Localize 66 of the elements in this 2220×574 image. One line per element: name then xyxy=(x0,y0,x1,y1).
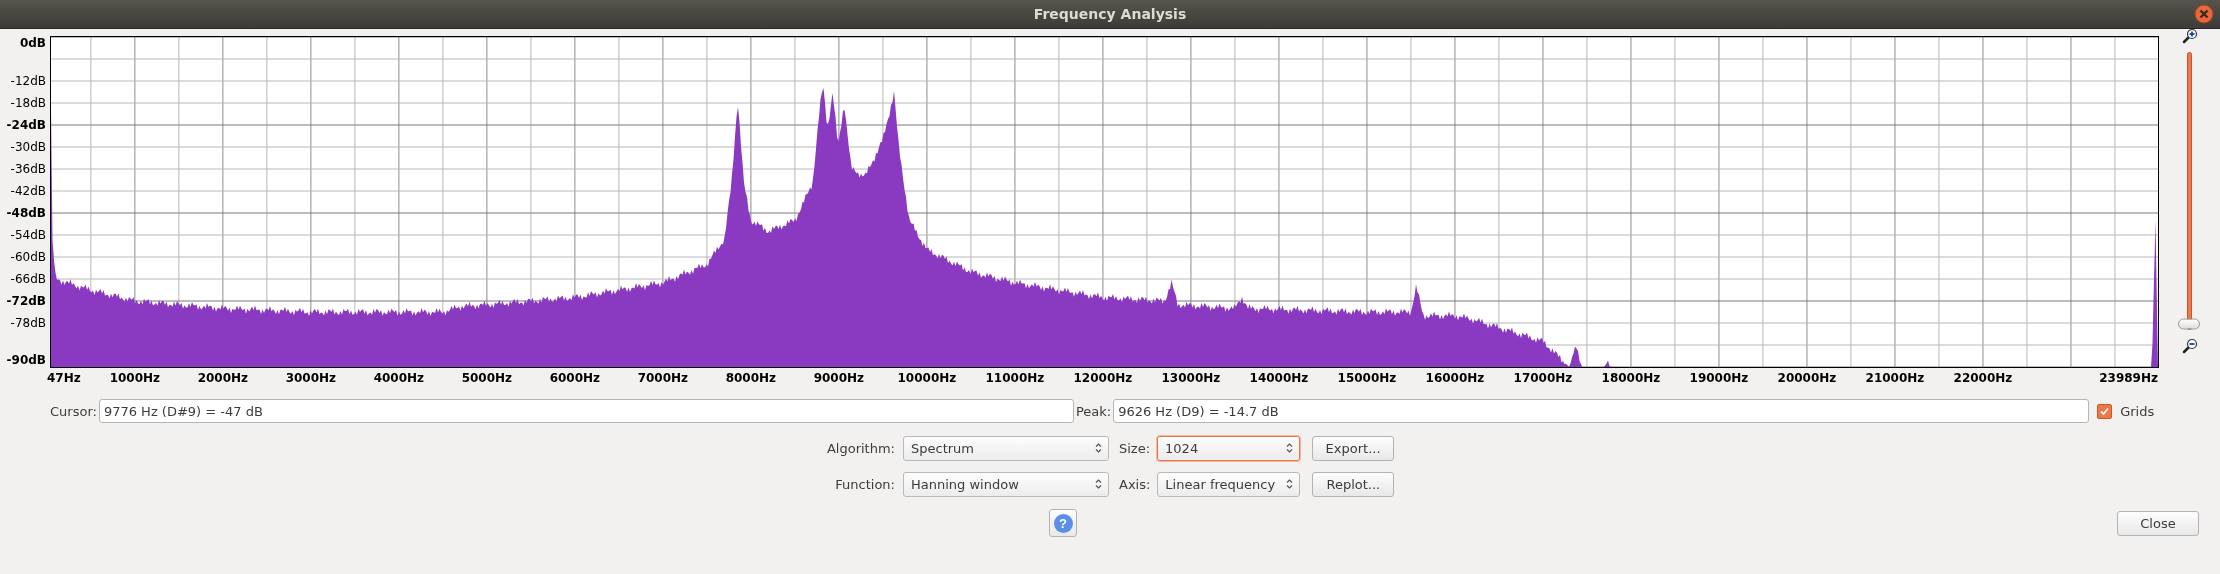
x-axis-label: 23989Hz xyxy=(2099,371,2158,385)
option-select[interactable]: 1024 xyxy=(1157,435,1301,461)
x-axis-label: 47Hz xyxy=(47,371,81,385)
y-axis-label: -42dB xyxy=(10,184,46,198)
window-title: Frequency Analysis xyxy=(1033,6,1187,22)
close-icon[interactable] xyxy=(2194,4,2214,24)
x-axis-label: 20000Hz xyxy=(1777,371,1837,385)
action-button[interactable]: Replot... xyxy=(1312,471,1395,497)
cursor-label: Cursor: xyxy=(50,403,97,419)
y-axis-label: -24dB xyxy=(6,118,46,132)
spin-arrows-icon xyxy=(1095,478,1102,490)
zoom-out-icon[interactable] xyxy=(2181,338,2198,354)
y-axis-label: -48dB xyxy=(6,206,46,220)
x-axis-label: 1000Hz xyxy=(109,371,161,385)
y-axis-label: -18dB xyxy=(10,96,46,110)
y-axis-label: -60dB xyxy=(10,250,46,264)
x-axis-label: 8000Hz xyxy=(725,371,777,385)
action-button[interactable]: Export... xyxy=(1312,435,1395,461)
peak-label: Peak: xyxy=(1075,403,1112,419)
spin-arrows-icon xyxy=(1095,442,1102,454)
x-axis-label: 4000Hz xyxy=(373,371,425,385)
x-axis-label: 16000Hz xyxy=(1425,371,1485,385)
spectrum-plot[interactable] xyxy=(50,36,2159,368)
x-axis-label: 21000Hz xyxy=(1865,371,1925,385)
check-icon xyxy=(2100,406,2110,416)
y-axis-label: -30dB xyxy=(10,140,46,154)
x-axis-label: 10000Hz xyxy=(897,371,957,385)
y-axis-label: 0dB xyxy=(19,36,46,50)
slider-thumb[interactable] xyxy=(2178,318,2200,330)
x-axis-label: 18000Hz xyxy=(1601,371,1661,385)
x-axis-label: 12000Hz xyxy=(1073,371,1133,385)
close-button[interactable]: Close xyxy=(2117,510,2199,536)
y-axis-label: -90dB xyxy=(6,353,46,367)
x-axis-label: 14000Hz xyxy=(1249,371,1309,385)
y-axis-label: -72dB xyxy=(6,294,46,308)
x-axis-label: 17000Hz xyxy=(1513,371,1573,385)
y-axis-label: -66dB xyxy=(10,272,46,286)
option-label: Function: xyxy=(834,476,895,492)
x-axis-label: 2000Hz xyxy=(197,371,249,385)
x-axis-label: 6000Hz xyxy=(549,371,601,385)
x-axis-label: 3000Hz xyxy=(285,371,337,385)
option-select[interactable]: Spectrum xyxy=(903,435,1109,461)
x-axis-label: 7000Hz xyxy=(637,371,689,385)
x-axis-label: 5000Hz xyxy=(461,371,513,385)
option-select[interactable]: Hanning window xyxy=(903,471,1109,497)
y-axis-label: -12dB xyxy=(10,74,46,88)
x-axis-label: 22000Hz xyxy=(1953,371,2013,385)
grids-label: Grids xyxy=(2120,403,2155,419)
option-select[interactable]: Linear frequency xyxy=(1157,471,1301,497)
y-axis-label: -78dB xyxy=(10,316,46,330)
option-label: Algorithm: xyxy=(825,440,895,456)
x-axis-label: 11000Hz xyxy=(985,371,1045,385)
grids-checkbox[interactable] xyxy=(2097,403,2113,419)
spin-arrows-icon xyxy=(1286,442,1294,454)
option-label: Axis: xyxy=(1119,476,1151,492)
spin-arrows-icon xyxy=(1286,478,1294,490)
x-axis-label: 13000Hz xyxy=(1161,371,1221,385)
peak-field[interactable]: 9626 Hz (D9) = -14.7 dB xyxy=(1113,399,2090,423)
option-label: Size: xyxy=(1119,440,1151,456)
x-axis-label: 15000Hz xyxy=(1337,371,1397,385)
x-axis-label: 19000Hz xyxy=(1689,371,1749,385)
x-axis-label: 9000Hz xyxy=(813,371,865,385)
zoom-in-icon[interactable] xyxy=(2181,28,2198,44)
y-axis-label: -36dB xyxy=(10,162,46,176)
cursor-field[interactable]: 9776 Hz (D#9) = -47 dB xyxy=(98,399,1074,423)
y-axis-label: -54dB xyxy=(10,228,46,242)
